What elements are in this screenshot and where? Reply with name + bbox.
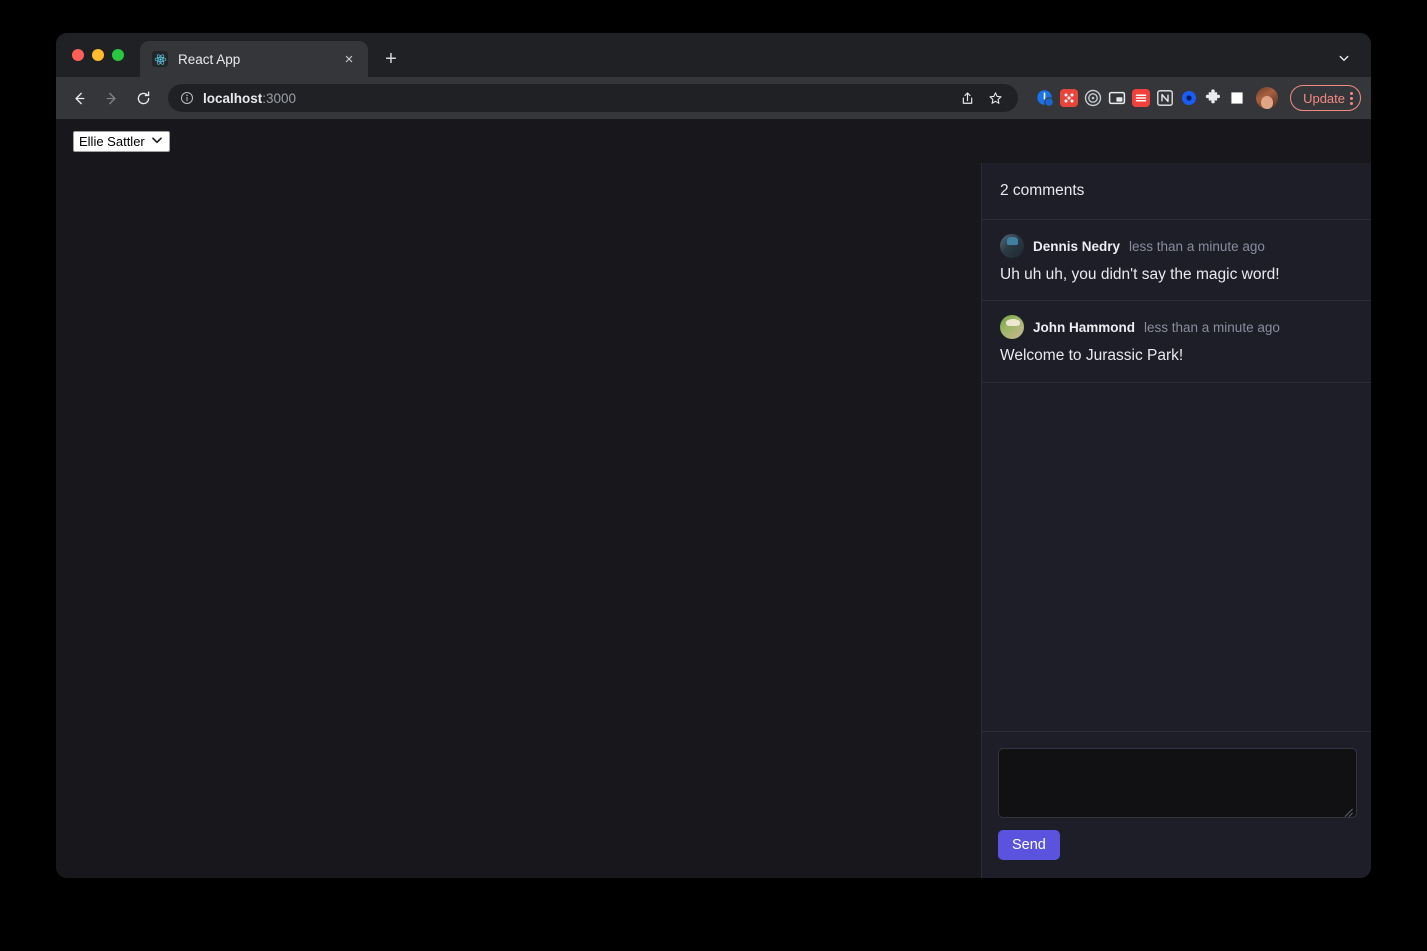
react-logo-icon: [152, 51, 168, 67]
user-select[interactable]: Ellie Sattler: [73, 131, 170, 152]
address-bar-url: localhost:3000: [203, 91, 296, 106]
extension-picture-in-picture-icon[interactable]: [1108, 89, 1126, 107]
app-body: 2 comments Dennis Nedry less than a minu…: [56, 163, 1371, 878]
close-window-button[interactable]: [72, 49, 84, 61]
new-tab-button[interactable]: +: [376, 44, 406, 74]
star-icon[interactable]: [982, 85, 1008, 111]
send-button[interactable]: Send: [998, 830, 1060, 860]
info-circle-icon[interactable]: [180, 91, 194, 105]
extension-target-icon[interactable]: [1084, 89, 1102, 107]
address-host: localhost: [203, 91, 262, 106]
comment-body: Uh uh uh, you didn't say the magic word!: [1000, 265, 1353, 284]
comment-author: John Hammond: [1033, 320, 1135, 335]
browser-window: React App × + localhost:3000: [56, 33, 1371, 878]
list-item: Dennis Nedry less than a minute ago Uh u…: [982, 220, 1371, 301]
kebab-menu-icon[interactable]: [1350, 92, 1353, 105]
close-tab-button[interactable]: ×: [340, 50, 358, 68]
comments-panel: 2 comments Dennis Nedry less than a minu…: [981, 163, 1371, 878]
forward-button[interactable]: [96, 83, 126, 113]
address-port: :3000: [262, 91, 296, 106]
address-bar[interactable]: localhost:3000: [168, 84, 1018, 112]
dennis-nedry-avatar: [1000, 234, 1024, 258]
tab-title: React App: [178, 52, 330, 67]
comment-header: John Hammond less than a minute ago: [1000, 315, 1353, 339]
maximize-window-button[interactable]: [112, 49, 124, 61]
app-topbar: Ellie Sattler: [56, 119, 1371, 163]
comment-input[interactable]: [998, 748, 1357, 818]
extension-red-grid-icon[interactable]: [1060, 89, 1078, 107]
page-viewport: Ellie Sattler 2 comments Dennis Nedry le…: [56, 119, 1371, 878]
main-canvas-area: [56, 163, 981, 878]
tab-strip: React App × +: [56, 33, 1371, 77]
chevron-down-icon[interactable]: [1331, 45, 1357, 71]
window-controls: [68, 33, 134, 77]
back-button[interactable]: [64, 83, 94, 113]
browser-toolbar: localhost:3000: [56, 77, 1371, 119]
comment-header: Dennis Nedry less than a minute ago: [1000, 234, 1353, 258]
list-item: John Hammond less than a minute ago Welc…: [982, 301, 1371, 382]
comment-timestamp: less than a minute ago: [1129, 239, 1265, 254]
update-button-label: Update: [1303, 91, 1345, 106]
extension-blue-dot-icon[interactable]: [1180, 89, 1198, 107]
omnibox-actions: [954, 85, 1008, 111]
comments-count-header: 2 comments: [982, 163, 1371, 220]
comment-author: Dennis Nedry: [1033, 239, 1120, 254]
composer-input-wrapper: [998, 748, 1357, 818]
comment-composer: Send: [982, 731, 1371, 878]
share-icon[interactable]: [954, 85, 980, 111]
john-hammond-avatar: [1000, 315, 1024, 339]
extensions-strip: [1028, 89, 1246, 107]
update-button[interactable]: Update: [1290, 85, 1361, 111]
profile-avatar[interactable]: [1256, 87, 1278, 109]
extension-blue-badge-icon[interactable]: [1036, 89, 1054, 107]
browser-tab-react-app[interactable]: React App ×: [140, 41, 368, 77]
comment-body: Welcome to Jurassic Park!: [1000, 346, 1353, 365]
extension-notion-icon[interactable]: [1156, 89, 1174, 107]
comment-timestamp: less than a minute ago: [1144, 320, 1280, 335]
extension-puzzle-icon[interactable]: [1204, 89, 1222, 107]
extension-white-square-icon[interactable]: [1228, 89, 1246, 107]
reload-button[interactable]: [128, 83, 158, 113]
user-select-wrapper: Ellie Sattler: [73, 131, 170, 152]
comments-list: Dennis Nedry less than a minute ago Uh u…: [982, 220, 1371, 731]
extension-red-stripes-icon[interactable]: [1132, 89, 1150, 107]
minimize-window-button[interactable]: [92, 49, 104, 61]
